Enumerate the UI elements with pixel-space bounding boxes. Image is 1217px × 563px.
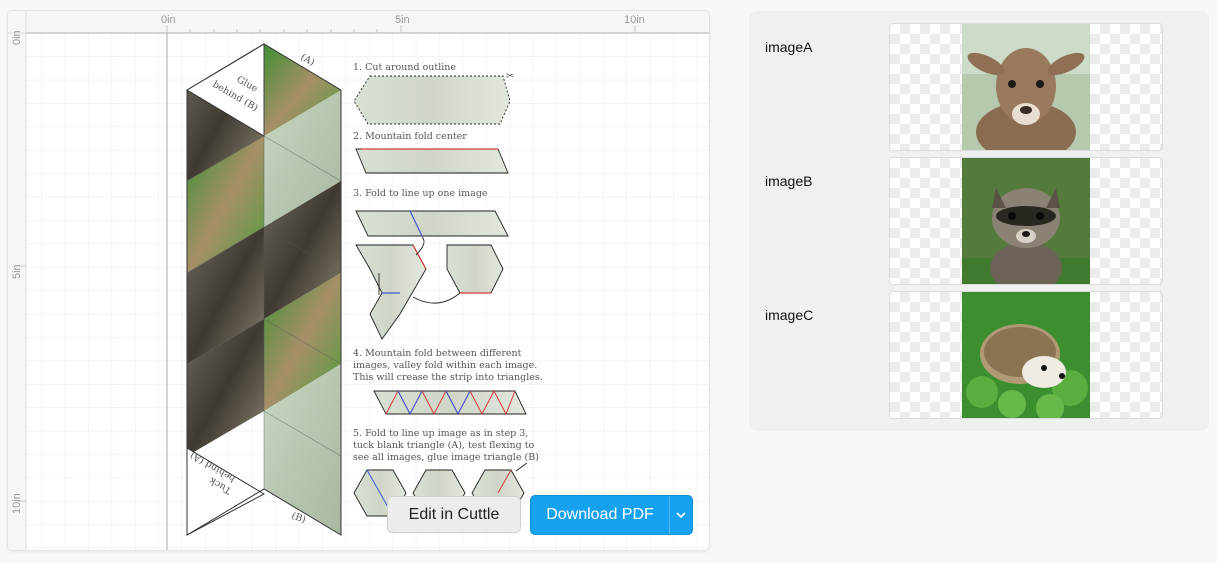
hedgehog-photo <box>962 292 1090 418</box>
raccoon-photo <box>962 158 1090 284</box>
ruler-h-label-10: 10in <box>624 14 645 26</box>
instruction-2: 2. Mountain fold center <box>353 131 467 142</box>
edit-in-cuttle-label: Edit in Cuttle <box>408 505 500 523</box>
instruction-5-line-1: 5. Fold to line up image as in step 3, <box>353 428 528 439</box>
instruction-4-line-3: This will crease the strip into triangle… <box>353 372 543 383</box>
instruction-5-line-2: tuck blank triangle (A), test flexing to <box>353 440 535 451</box>
ruler-v-label-0: 0in <box>11 30 23 45</box>
horizontal-ruler <box>8 11 709 33</box>
flexagon-strip[interactable]: Glue behind (B) Tuck behind (A) (A) (B) <box>186 43 342 536</box>
param-row-imageB: imageB <box>749 157 1209 285</box>
download-pdf-button[interactable]: Download PDF <box>530 495 693 535</box>
step1-diagram <box>353 75 511 125</box>
param-label-imageC: imageC <box>765 307 814 323</box>
canvas-svg: 0in 5in 10in 0in 5in 10in Glue behind (B… <box>8 11 709 550</box>
instruction-3: 3. Fold to line up one image <box>353 188 488 199</box>
image-picker-imageB[interactable] <box>889 157 1163 285</box>
ruler-h-label-0: 0in <box>161 14 176 26</box>
step4-diagram <box>373 390 527 415</box>
lamb-photo <box>962 24 1090 150</box>
param-label-imageB: imageB <box>765 173 813 189</box>
step3-diagram-a <box>355 210 509 237</box>
instruction-1: 1. Cut around outline <box>353 62 456 73</box>
instruction-4-line-2: images, valley fold within each image. <box>353 360 537 371</box>
chevron-down-icon[interactable] <box>670 511 692 519</box>
ruler-v-label-5: 5in <box>11 264 23 279</box>
step2-diagram <box>355 148 509 174</box>
scissors-icon: ✂ <box>506 71 514 82</box>
image-picker-imageC[interactable] <box>889 291 1163 419</box>
vertical-ruler <box>8 11 26 550</box>
parameters-panel: imageA imageB imageC <box>749 11 1209 431</box>
download-pdf-label: Download PDF <box>546 506 654 523</box>
image-picker-imageA[interactable] <box>889 23 1163 151</box>
param-row-imageC: imageC <box>749 291 1209 419</box>
instruction-5-line-3: see all images, glue image triangle (B) <box>353 452 539 463</box>
param-label-imageA: imageA <box>765 39 813 55</box>
ruler-h-label-5: 5in <box>395 14 410 26</box>
edit-in-cuttle-button[interactable]: Edit in Cuttle <box>387 496 521 533</box>
instruction-4-line-1: 4. Mountain fold between different <box>353 348 522 359</box>
design-canvas[interactable]: 0in 5in 10in 0in 5in 10in Glue behind (B… <box>8 11 709 550</box>
param-row-imageA: imageA <box>749 23 1209 151</box>
ruler-v-label-10: 10in <box>11 493 23 514</box>
